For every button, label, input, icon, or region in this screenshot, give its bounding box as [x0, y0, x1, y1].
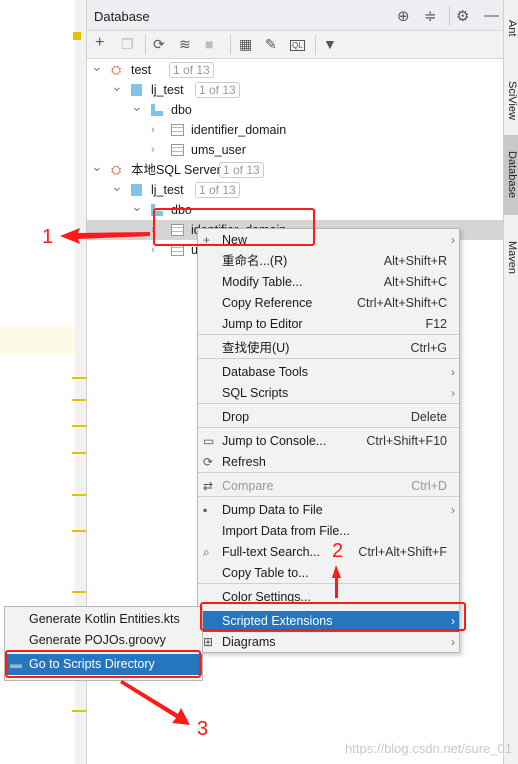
arrow-2 [332, 565, 341, 598]
annotation-number-3: 3 [197, 718, 209, 740]
annotation-number-2: 2 [332, 540, 344, 562]
annotation-number-1: 1 [42, 226, 54, 248]
watermark: https://blog.csdn.net/sure_01 [345, 741, 512, 756]
annotation-arrows [60, 228, 341, 725]
arrow-1 [60, 228, 150, 244]
arrow-3 [120, 680, 190, 725]
